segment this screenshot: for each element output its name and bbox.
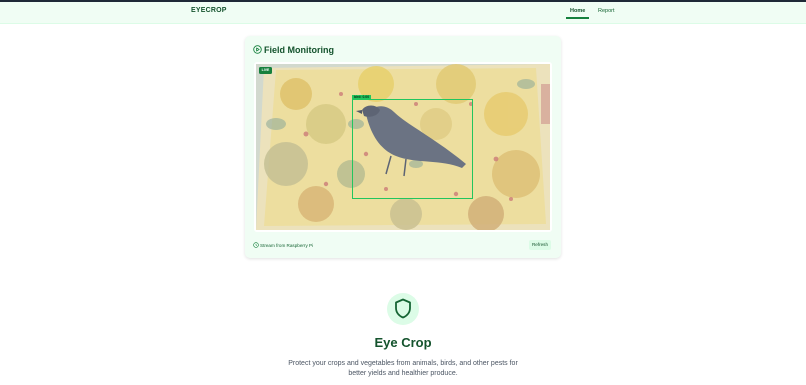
stream-source-text: Stream from Raspberry Pi [260,243,314,248]
card-title: Field Monitoring [264,45,334,55]
circle-play-icon [253,45,262,54]
brand-logo[interactable]: EYECROP [191,7,227,14]
detection-label: bird: 0.00 [352,95,372,100]
detection-bounding-box [352,99,473,199]
live-badge: LIVE [259,67,272,74]
shield-icon [395,298,411,319]
hero-title: Eye Crop [374,335,432,350]
hero-description: Protect your crops and vegetables from a… [288,360,518,377]
top-navbar [0,0,806,24]
refresh-button[interactable]: Refresh [529,240,551,250]
clock-icon [253,242,259,248]
nav-active-indicator [566,17,589,19]
nav-home-link[interactable]: Home [570,8,585,14]
nav-report-link[interactable]: Report [598,8,615,14]
